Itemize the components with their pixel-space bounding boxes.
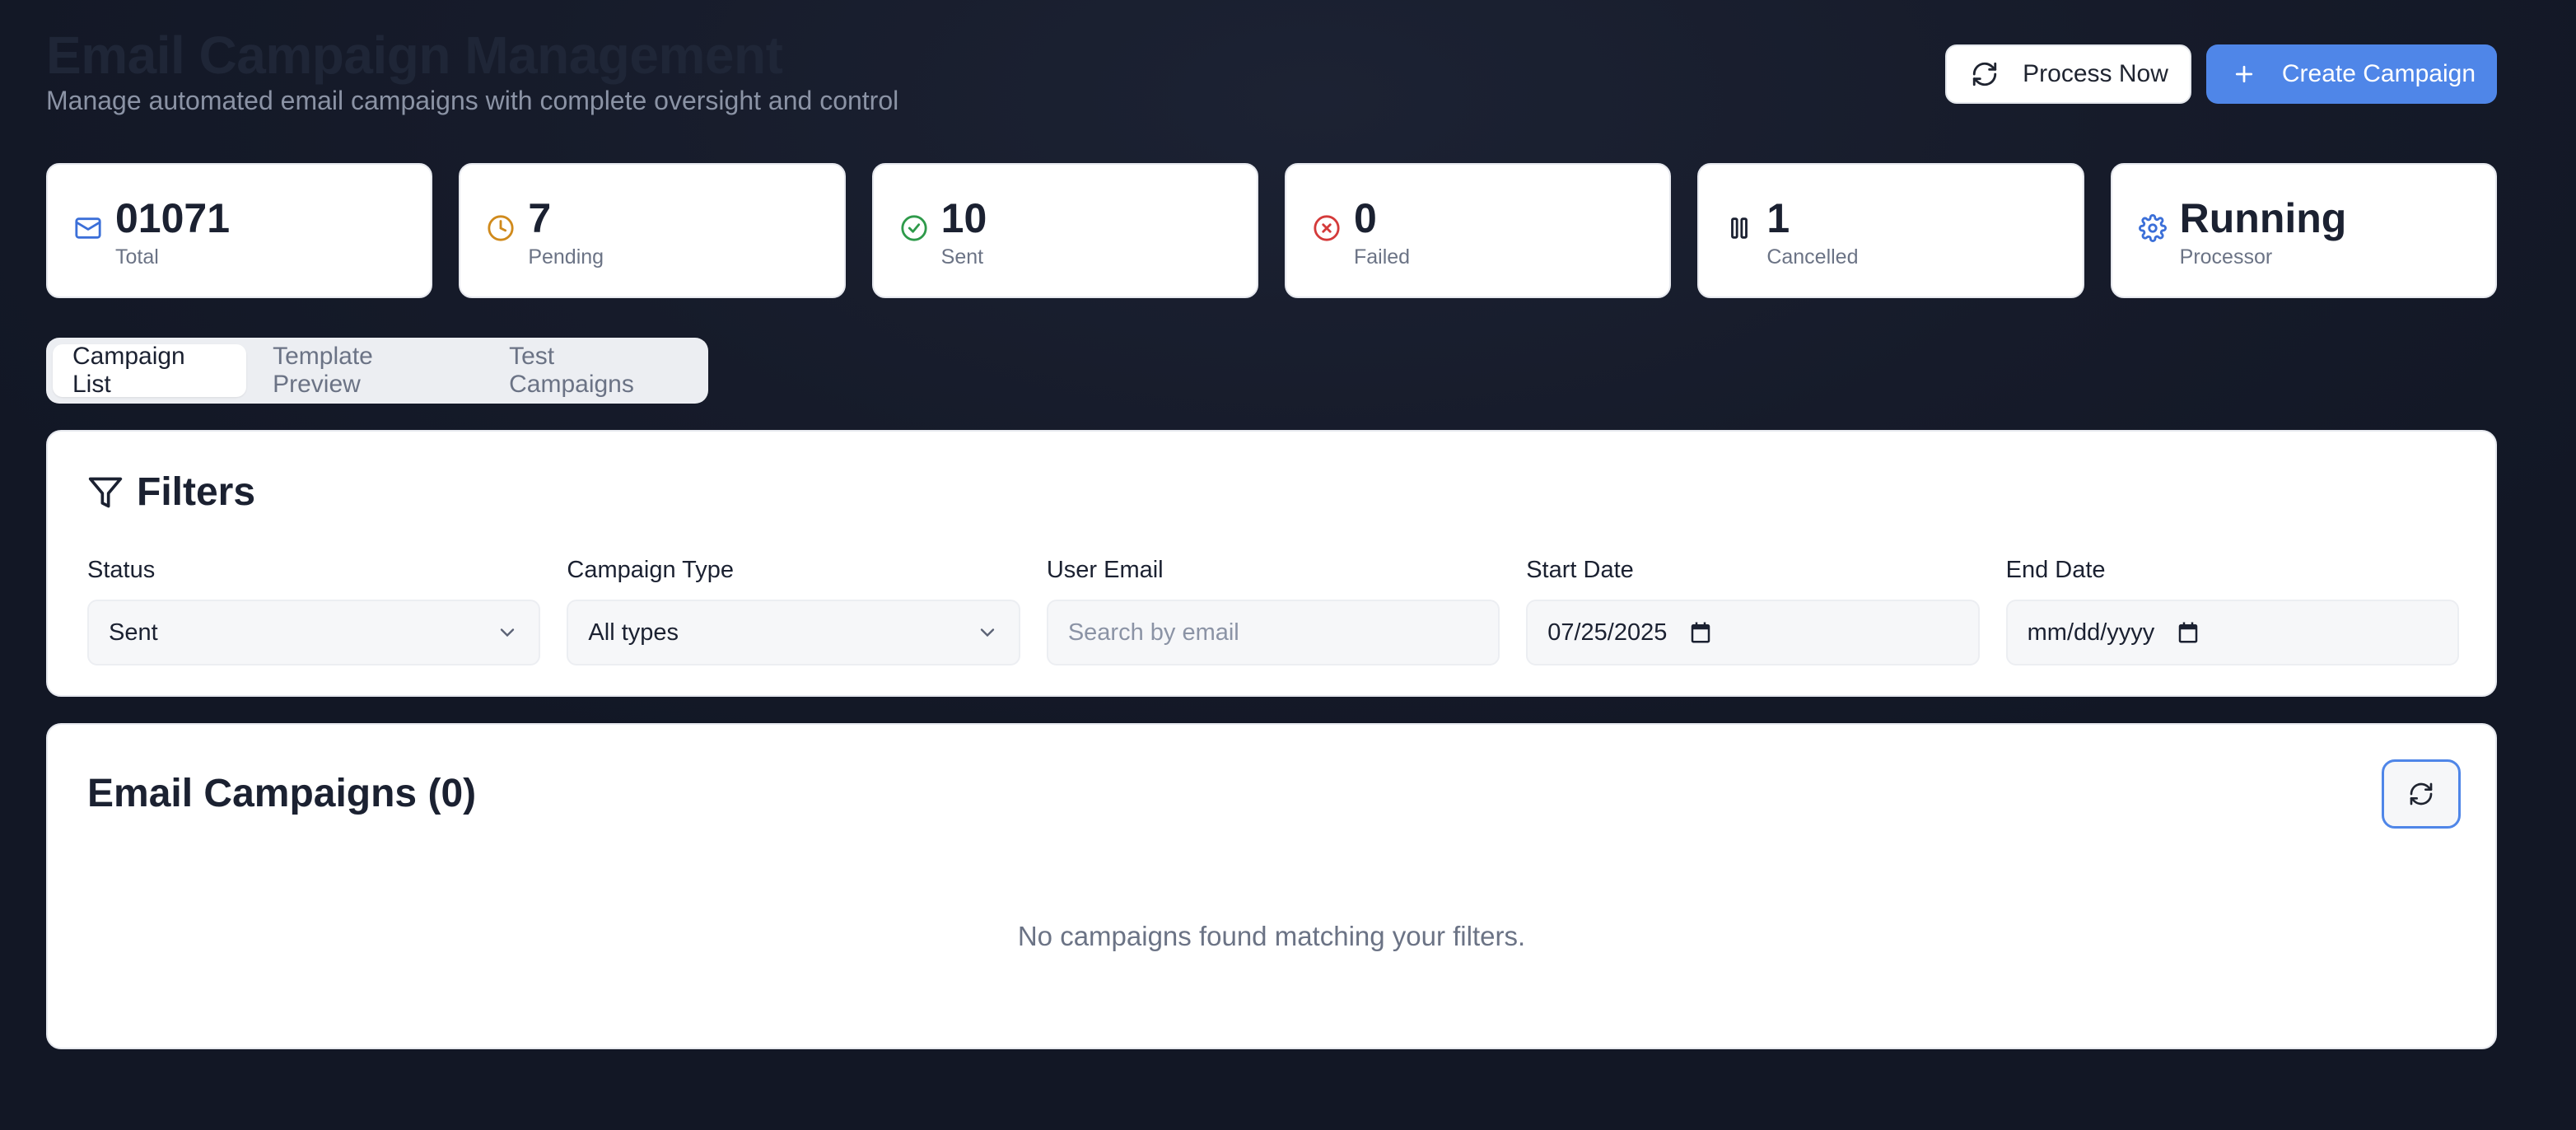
campaigns-title: Email Campaigns (0) [87, 772, 477, 815]
calendar-icon[interactable] [2176, 620, 2200, 645]
stat-label: Processor [2179, 245, 2273, 268]
create-campaign-label: Create Campaign [2281, 60, 2476, 87]
gear-icon [2138, 214, 2167, 242]
filter-icon [87, 474, 124, 511]
stat-card-failed: 0 Failed [1284, 163, 1672, 298]
end-date-placeholder: mm/dd/yyyy [2027, 619, 2155, 646]
campaign-type-value: All types [588, 619, 679, 646]
end-date-input[interactable]: mm/dd/yyyy [2005, 600, 2460, 665]
user-email-placeholder: Search by email [1067, 619, 1239, 646]
tab-campaign-list[interactable]: Campaign List [53, 343, 247, 398]
refresh-icon [2410, 782, 2433, 805]
stat-card-processor: Running Processor [2110, 163, 2497, 298]
filters-header: Filters [87, 469, 255, 515]
x-circle-icon [1313, 214, 1341, 242]
pause-icon [1725, 214, 1753, 242]
stat-value: 10 [940, 195, 987, 241]
campaign-type-filter: Campaign Type All types [567, 557, 1020, 665]
calendar-icon[interactable] [1688, 620, 1713, 645]
clock-icon [487, 214, 515, 242]
stats-row: 01071 Total 7 Pending 10 Sent 0 Failed 1… [46, 163, 2497, 298]
tab-template-preview[interactable]: Template Preview [253, 343, 483, 398]
user-email-input[interactable]: Search by email [1046, 600, 1500, 665]
campaign-type-label: Campaign Type [567, 557, 734, 583]
refresh-campaigns-button[interactable] [2382, 759, 2461, 829]
stat-card-sent: 10 Sent [871, 163, 1258, 298]
stat-card-cancelled: 1 Cancelled [1697, 163, 2084, 298]
filters-panel: Filters Status Sent Campaign Type All ty… [46, 430, 2497, 697]
start-date-label: Start Date [1526, 557, 1634, 583]
page-title: Email Campaign Management [46, 26, 783, 85]
page: Email Campaign Management Manage automat… [46, 0, 2497, 1049]
stat-value: 0 [1353, 195, 1377, 241]
process-now-label: Process Now [2023, 60, 2168, 87]
stat-label: Cancelled [1766, 245, 1859, 268]
create-campaign-button[interactable]: Create Campaign [2205, 44, 2497, 104]
stat-card-pending: 7 Pending [459, 163, 846, 298]
page-header: Email Campaign Management Manage automat… [46, 0, 2497, 148]
campaigns-panel: Email Campaigns (0) No campaigns found m… [46, 723, 2497, 1049]
end-date-filter: End Date mm/dd/yyyy [2005, 557, 2460, 665]
status-filter: Status Sent [87, 557, 541, 665]
user-email-filter: User Email Search by email [1046, 557, 1500, 665]
refresh-icon [1968, 58, 2001, 91]
stat-label: Failed [1353, 245, 1411, 268]
tab-bar: Campaign List Template Preview Test Camp… [46, 338, 708, 404]
status-label: Status [87, 557, 156, 583]
end-date-label: End Date [2005, 557, 2106, 583]
plus-icon [2228, 58, 2261, 91]
status-select[interactable]: Sent [87, 600, 541, 665]
status-value: Sent [109, 619, 158, 646]
campaign-type-select[interactable]: All types [567, 600, 1020, 665]
filter-row: Status Sent Campaign Type All types User… [87, 557, 2460, 665]
tab-test-campaigns[interactable]: Test Campaigns [489, 343, 702, 398]
stat-value: 1 [1766, 195, 1790, 241]
page-subtitle: Manage automated email campaigns with co… [46, 86, 899, 115]
check-circle-icon [900, 214, 928, 242]
filters-title: Filters [137, 470, 256, 514]
stat-label: Pending [528, 245, 604, 268]
stat-card-total: 01071 Total [46, 163, 433, 298]
start-date-input[interactable]: 07/25/2025 [1526, 600, 1980, 665]
empty-state-message: No campaigns found matching your filters… [1017, 921, 1526, 951]
stat-label: Sent [940, 245, 984, 268]
mail-icon [74, 214, 102, 242]
start-date-filter: Start Date 07/25/2025 [1526, 557, 1980, 665]
header-actions: Process Now Create Campaign [1945, 44, 2497, 104]
stat-value: Running [2179, 195, 2347, 241]
chevron-down-icon [501, 628, 515, 637]
chevron-down-icon [980, 628, 994, 637]
start-date-value: 07/25/2025 [1547, 619, 1668, 646]
stat-label: Total [115, 245, 159, 268]
process-now-button[interactable]: Process Now [1945, 44, 2191, 104]
stat-value: 01071 [115, 195, 231, 241]
user-email-label: User Email [1046, 557, 1164, 583]
stat-value: 7 [528, 195, 552, 241]
